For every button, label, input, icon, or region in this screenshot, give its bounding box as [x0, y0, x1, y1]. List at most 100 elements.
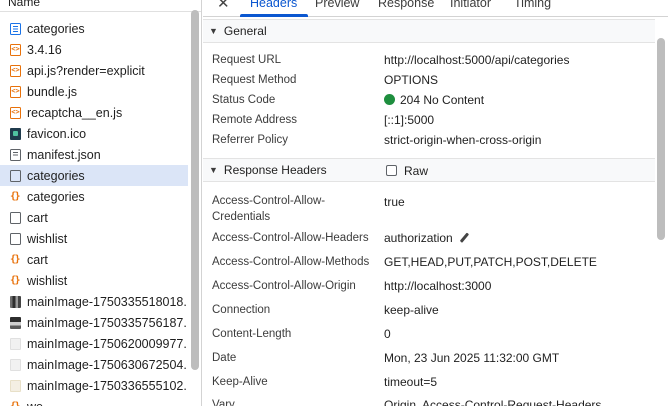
- fetch-icon: {}: [10, 274, 21, 286]
- tab-timing[interactable]: Timing: [514, 0, 551, 10]
- detail-tabbar: ✕ Headers Preview Response Initiator Tim…: [203, 0, 668, 17]
- request-row[interactable]: manifest.json: [0, 144, 188, 165]
- request-name: mainImage-1750335518018...: [27, 294, 188, 309]
- request-name: mainImage-1750336555102...: [27, 378, 188, 393]
- status-ok-icon: [384, 94, 395, 105]
- request-row[interactable]: favicon.ico: [0, 123, 188, 144]
- request-row[interactable]: {} cart: [0, 249, 188, 270]
- request-list-panel: Name categories <> 3.4.16 <> api.js?rend…: [0, 0, 202, 406]
- fetch-icon: {}: [10, 190, 21, 202]
- header-key: Request URL: [212, 54, 282, 66]
- name-column-label: Name: [8, 0, 41, 9]
- header-key: Connection: [212, 304, 271, 316]
- header-value: keep-alive: [384, 303, 439, 317]
- header-key: Content-Length: [212, 328, 292, 340]
- script-icon: <>: [10, 43, 21, 56]
- header-value-editable: authorization: [384, 230, 469, 246]
- raw-label: Raw: [404, 164, 429, 178]
- section-title: Response Headers: [223, 163, 327, 177]
- request-row[interactable]: {} wishlist: [0, 270, 188, 291]
- request-row[interactable]: categories: [0, 18, 188, 39]
- request-name: we: [27, 400, 43, 406]
- request-name: categories: [27, 21, 85, 36]
- request-row[interactable]: <> api.js?render=explicit: [0, 60, 188, 81]
- caret-down-icon: ▼: [209, 165, 218, 175]
- image-icon: [10, 379, 21, 392]
- request-row[interactable]: mainImage-1750336555102...: [0, 375, 188, 396]
- request-row[interactable]: {} categories: [0, 186, 188, 207]
- request-name: mainImage-1750620009977...: [27, 336, 188, 351]
- status-code-value: 204 No Content: [384, 92, 484, 108]
- header-key: Date: [212, 352, 237, 364]
- pencil-icon[interactable]: [459, 232, 469, 244]
- header-key: Access-Control-Allow-Origin: [212, 280, 356, 292]
- header-key: Remote Address: [212, 114, 298, 126]
- favicon-icon: [10, 127, 21, 140]
- tab-headers[interactable]: Headers: [250, 0, 297, 10]
- header-value: strict-origin-when-cross-origin: [384, 133, 542, 147]
- header-key: Access-Control-Allow-Credentials: [212, 195, 326, 223]
- close-icon[interactable]: ✕: [217, 0, 230, 12]
- document-icon: [10, 22, 21, 35]
- header-value: 0: [384, 327, 391, 341]
- preflight-icon: [10, 169, 21, 182]
- section-title: General: [223, 24, 267, 38]
- request-row[interactable]: mainImage-1750620009977...: [0, 333, 188, 354]
- script-icon: <>: [10, 106, 21, 119]
- request-name: categories: [27, 189, 85, 204]
- request-row[interactable]: wishlist: [0, 228, 188, 249]
- header-value: true: [384, 195, 405, 209]
- image-icon: [10, 295, 21, 308]
- general-section-header[interactable]: ▼ General: [203, 19, 655, 43]
- request-name: mainImage-1750630672504...: [27, 357, 188, 372]
- request-name: categories: [27, 168, 85, 183]
- request-name: wishlist: [27, 273, 68, 288]
- header-value: Mon, 23 Jun 2025 11:32:00 GMT: [384, 351, 560, 365]
- header-key: Status Code: [212, 94, 276, 106]
- header-key: Access-Control-Allow-Methods: [212, 256, 370, 268]
- request-detail-panel: ✕ Headers Preview Response Initiator Tim…: [203, 0, 668, 406]
- tab-initiator[interactable]: Initiator: [450, 0, 491, 10]
- request-name: favicon.ico: [27, 126, 87, 141]
- request-list-scrollbar[interactable]: [191, 10, 199, 370]
- tab-preview[interactable]: Preview: [315, 0, 359, 10]
- request-row[interactable]: cart: [0, 207, 188, 228]
- header-value: OPTIONS: [384, 73, 439, 87]
- request-row[interactable]: mainImage-1750335756187...: [0, 312, 188, 333]
- script-icon: <>: [10, 85, 21, 98]
- header-key: Referrer Policy: [212, 134, 289, 146]
- request-row[interactable]: mainImage-1750630672504...: [0, 354, 188, 375]
- header-value: timeout=5: [384, 375, 438, 389]
- request-row[interactable]: <> bundle.js: [0, 81, 188, 102]
- header-key: Keep-Alive: [212, 376, 268, 388]
- image-icon: [10, 337, 21, 350]
- header-value: http://localhost:3000: [384, 279, 492, 293]
- request-name: api.js?render=explicit: [27, 63, 145, 78]
- header-value: [::1]:5000: [384, 113, 435, 127]
- request-row[interactable]: <> recaptcha__en.js: [0, 102, 188, 123]
- script-icon: <>: [10, 64, 21, 77]
- request-row-selected[interactable]: categories: [0, 165, 188, 186]
- header-value: http://localhost:5000/api/categories: [384, 53, 570, 67]
- detail-scrollbar[interactable]: [657, 38, 665, 240]
- request-name: bundle.js: [27, 84, 78, 99]
- header-key: Request Method: [212, 74, 297, 86]
- tab-response[interactable]: Response: [378, 0, 434, 10]
- raw-checkbox[interactable]: [386, 165, 397, 176]
- request-row[interactable]: {} we: [0, 396, 188, 406]
- manifest-icon: [10, 148, 21, 161]
- name-column-header[interactable]: Name: [0, 0, 201, 12]
- request-name: wishlist: [27, 231, 68, 246]
- fetch-icon: {}: [10, 400, 21, 406]
- request-row[interactable]: <> 3.4.16: [0, 39, 188, 60]
- response-headers-section-header[interactable]: ▼ Response Headers Raw: [203, 158, 655, 182]
- fetch-icon: {}: [10, 253, 21, 265]
- header-key: Vary: [212, 399, 235, 406]
- preflight-icon: [10, 211, 21, 224]
- request-row[interactable]: mainImage-1750335518018...: [0, 291, 188, 312]
- request-name: 3.4.16: [27, 42, 62, 57]
- header-value: GET,HEAD,PUT,PATCH,POST,DELETE: [384, 255, 597, 269]
- request-name: manifest.json: [27, 147, 101, 162]
- status-text: 204 No Content: [400, 93, 485, 107]
- request-name: recaptcha__en.js: [27, 105, 123, 120]
